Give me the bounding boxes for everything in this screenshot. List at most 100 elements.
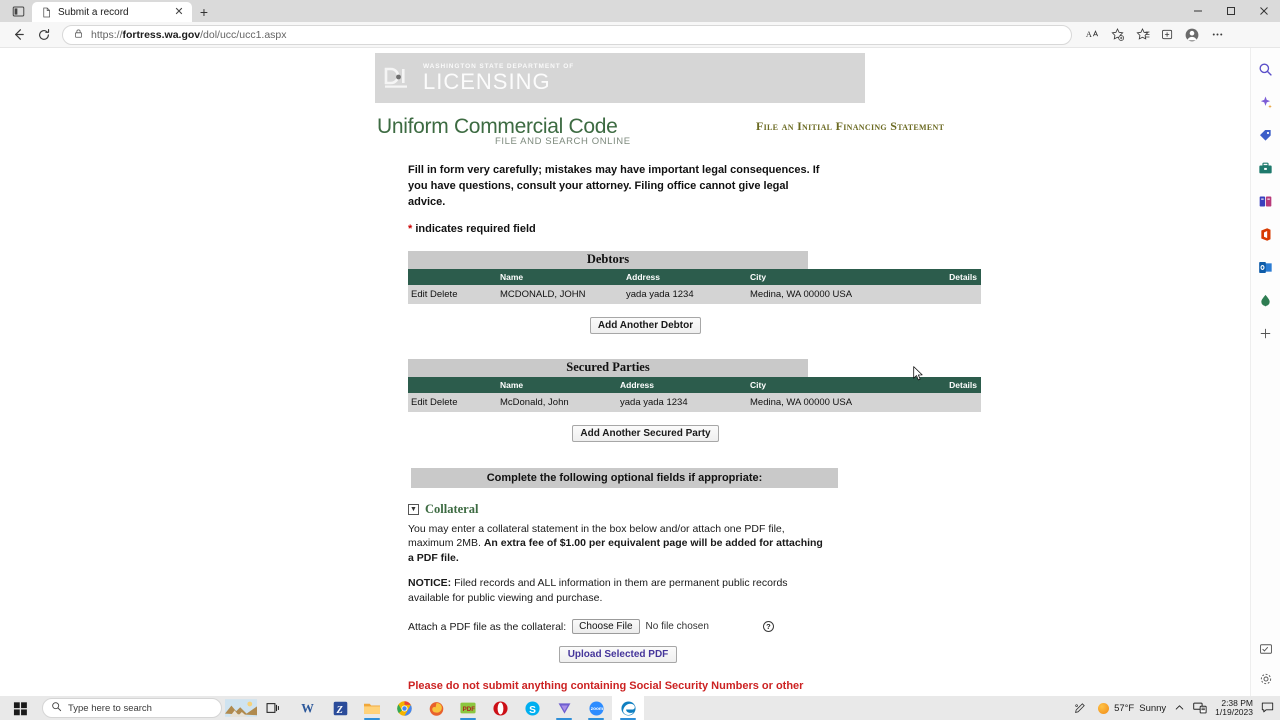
form-type-title: File an Initial Financing Statement [756, 119, 945, 133]
zotero-taskbar-icon[interactable]: Z [324, 696, 356, 720]
secured-city: Medina, WA 00000 USA [750, 392, 890, 412]
tab-actions-icon[interactable] [4, 0, 32, 22]
add-sidebar-app-icon[interactable] [1255, 322, 1277, 344]
choose-file-button[interactable]: Choose File [572, 619, 640, 635]
zoom-taskbar-icon[interactable]: zoom [580, 696, 612, 720]
clock[interactable]: 2:38 PM 1/19/2023 [1215, 698, 1253, 717]
tab-strip: Submit a record ✕ + [0, 0, 1280, 22]
maximize-button[interactable] [1214, 0, 1247, 22]
ucc-form-page: WASHINGTON STATE DEPARTMENT OF LICENSING… [375, 53, 995, 696]
edit-link[interactable]: Edit [411, 289, 427, 300]
table-row: Edit Delete McDonald, John yada yada 123… [408, 392, 981, 412]
secured-parties-table: Name Address City Details Edit Delete Mc… [408, 376, 981, 412]
ssn-warning: Please do not submit anything containing… [408, 680, 804, 696]
task-view-icon[interactable] [260, 696, 286, 720]
add-another-debtor-button[interactable]: Add Another Debtor [589, 316, 702, 334]
pen-workspace-icon[interactable] [1068, 696, 1090, 720]
shopping-tag-icon[interactable] [1255, 124, 1277, 146]
browser-essentials-icon[interactable] [1255, 638, 1277, 660]
dol-banner: WASHINGTON STATE DEPARTMENT OF LICENSING [375, 53, 865, 103]
svg-text:Z: Z [335, 704, 342, 715]
expand-collapse-icon[interactable]: ▼ [408, 503, 419, 515]
copilot-icon[interactable] [1255, 91, 1277, 113]
page-title-row: Uniform Commercial Code FILE AND SEARCH … [375, 115, 995, 149]
skype-taskbar-icon[interactable]: S [516, 696, 548, 720]
games-icon[interactable] [1255, 190, 1277, 212]
teams-taskbar-icon[interactable] [548, 696, 580, 720]
tools-icon[interactable] [1255, 157, 1277, 179]
sun-icon [1098, 702, 1110, 714]
sidebar-settings-icon[interactable] [1255, 668, 1277, 690]
favorites-icon[interactable] [1130, 23, 1154, 47]
minimize-button[interactable] [1181, 0, 1214, 22]
outlook-icon[interactable] [1255, 256, 1277, 278]
firefox-taskbar-icon[interactable] [420, 696, 452, 720]
debtors-col-actions [408, 268, 500, 285]
tab-title: Submit a record [58, 6, 129, 18]
foxit-pdf-taskbar-icon[interactable]: PDF [452, 696, 484, 720]
edit-link[interactable]: Edit [411, 397, 427, 408]
chrome-taskbar-icon[interactable] [388, 696, 420, 720]
profile-avatar-icon[interactable] [1180, 23, 1204, 47]
close-icon[interactable]: ✕ [172, 5, 186, 19]
secured-col-name: Name [500, 376, 620, 393]
network-icon[interactable] [1193, 701, 1207, 716]
secured-name: McDonald, John [500, 392, 620, 412]
collections-icon[interactable] [1155, 23, 1179, 47]
back-arrow-icon[interactable] [6, 23, 30, 47]
tray-expand-chevron-icon[interactable] [1174, 702, 1185, 715]
debtor-address: yada yada 1234 [626, 284, 750, 304]
delete-link[interactable]: Delete [430, 397, 457, 408]
svg-text:A: A [1085, 30, 1091, 39]
secured-col-address: Address [620, 376, 750, 393]
no-file-chosen-text: No file chosen [645, 621, 709, 633]
add-another-secured-party-button[interactable]: Add Another Secured Party [572, 424, 719, 442]
form-body: Fill in form very carefully; mistakes ma… [375, 149, 995, 696]
windows-start-icon[interactable] [0, 696, 40, 720]
file-explorer-taskbar-icon[interactable] [356, 696, 388, 720]
dol-licensing-line: LICENSING [423, 68, 551, 94]
browser-tab[interactable]: Submit a record ✕ [32, 2, 192, 22]
secured-parties-header-row: Name Address City Details [408, 376, 981, 393]
browser-toolbar-actions: A [1080, 23, 1229, 47]
notification-icon[interactable] [1261, 701, 1274, 716]
sidebar-bottom-actions [1255, 638, 1277, 690]
add-secured-party-row: Add Another Secured Party [408, 424, 883, 442]
dol-logo-icon [383, 63, 417, 93]
refresh-icon[interactable] [32, 23, 56, 47]
upload-selected-pdf-button[interactable]: Upload Selected PDF [558, 646, 678, 664]
settings-more-icon[interactable] [1205, 23, 1229, 47]
secured-col-actions [408, 376, 500, 393]
document-icon [41, 7, 52, 18]
address-bar[interactable]: https://fortress.wa.gov/dol/ucc/ucc1.asp… [62, 24, 1072, 45]
search-icon [51, 701, 62, 715]
weather-widget-icon[interactable] [222, 696, 260, 720]
debtors-col-city: City [750, 268, 890, 285]
close-button[interactable] [1247, 0, 1280, 22]
weather-status[interactable]: 57°F Sunny [1098, 702, 1166, 714]
word-taskbar-icon[interactable]: W [292, 696, 324, 720]
svg-text:zoom: zoom [590, 707, 602, 712]
edge-sidebar [1250, 48, 1280, 696]
page-viewport: WASHINGTON STATE DEPARTMENT OF LICENSING… [0, 48, 1280, 696]
debtor-name: MCDONALD, JOHN [500, 284, 626, 304]
table-row: Edit Delete MCDONALD, JOHN yada yada 123… [408, 284, 981, 304]
browser-window: Submit a record ✕ + https://fortress.wa.… [0, 0, 1280, 720]
add-debtor-row: Add Another Debtor [408, 316, 883, 334]
search-icon[interactable] [1255, 58, 1277, 80]
notice-text: Filed records and ALL information in the… [408, 577, 788, 604]
taskbar-search-input[interactable]: Type here to search [42, 698, 222, 718]
required-note-text: indicates required field [412, 222, 536, 235]
delete-link[interactable]: Delete [430, 289, 457, 300]
drop-icon[interactable] [1255, 289, 1277, 311]
new-tab-button[interactable]: + [192, 2, 216, 22]
help-icon[interactable]: ? [762, 621, 774, 633]
add-favorite-icon[interactable] [1105, 23, 1129, 47]
read-aloud-icon[interactable]: A [1080, 23, 1104, 47]
opera-taskbar-icon[interactable] [484, 696, 516, 720]
debtors-col-address: Address [626, 268, 750, 285]
debtor-details [890, 284, 981, 304]
edge-taskbar-icon[interactable] [612, 696, 644, 720]
office-icon[interactable] [1255, 223, 1277, 245]
secured-details [890, 392, 981, 412]
